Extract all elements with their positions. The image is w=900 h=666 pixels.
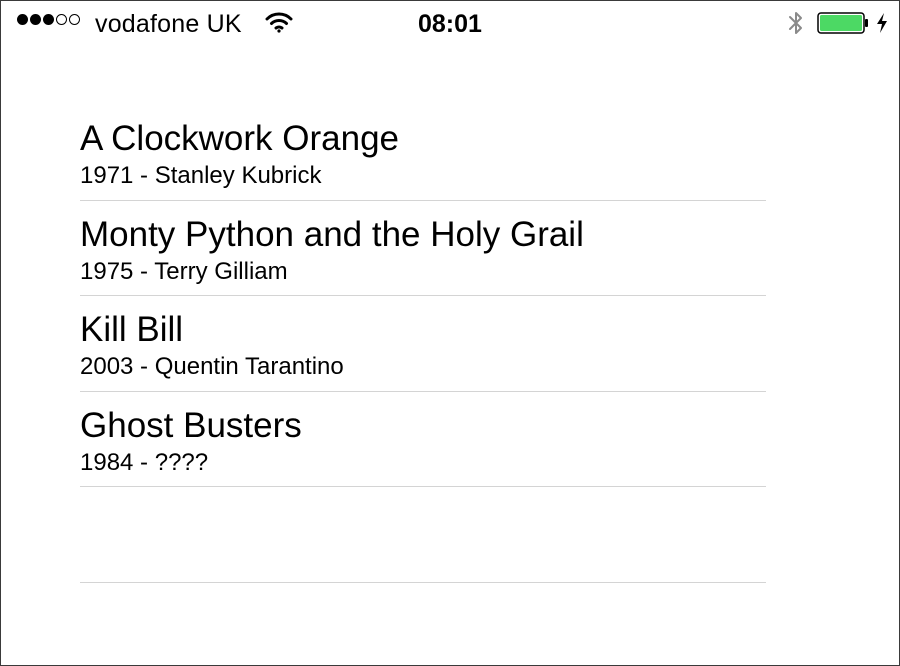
list-item[interactable]: A Clockwork Orange 1971 - Stanley Kubric… <box>80 105 766 201</box>
status-bar: vodafone UK 08:01 <box>1 1 899 47</box>
charging-bolt-icon <box>877 13 887 33</box>
battery-icon <box>817 12 868 34</box>
movie-subtitle: 1971 - Stanley Kubrick <box>80 162 322 189</box>
signal-dot <box>17 14 28 25</box>
movie-subtitle: 1975 - Terry Gilliam <box>80 257 288 285</box>
wifi-icon <box>265 12 293 33</box>
list-item[interactable]: Ghost Busters 1984 - ???? <box>80 392 766 487</box>
movie-title: A Clockwork Orange <box>80 119 400 158</box>
movie-subtitle: 1984 - ???? <box>80 448 209 476</box>
movie-subtitle: 2003 - Quentin Tarantino <box>80 353 344 380</box>
phone-screen: vodafone UK 08:01 A Clockwork Orange 197… <box>0 0 900 666</box>
empty-list-row <box>80 487 766 583</box>
movie-title: Monty Python and the Holy Grail <box>80 214 584 254</box>
signal-dot <box>56 14 67 25</box>
movie-title: Kill Bill <box>80 310 184 349</box>
movie-list: A Clockwork Orange 1971 - Stanley Kubric… <box>80 105 766 583</box>
signal-dot <box>30 14 41 25</box>
bluetooth-icon <box>789 12 802 34</box>
movie-title: Ghost Busters <box>80 405 302 445</box>
signal-dot <box>43 14 54 25</box>
clock: 08:01 <box>418 10 482 38</box>
list-item[interactable]: Monty Python and the Holy Grail 1975 - T… <box>80 201 766 296</box>
list-item[interactable]: Kill Bill 2003 - Quentin Tarantino <box>80 296 766 392</box>
signal-dot <box>69 14 80 25</box>
signal-strength-icon <box>17 14 80 25</box>
carrier-name: vodafone UK <box>95 10 242 38</box>
